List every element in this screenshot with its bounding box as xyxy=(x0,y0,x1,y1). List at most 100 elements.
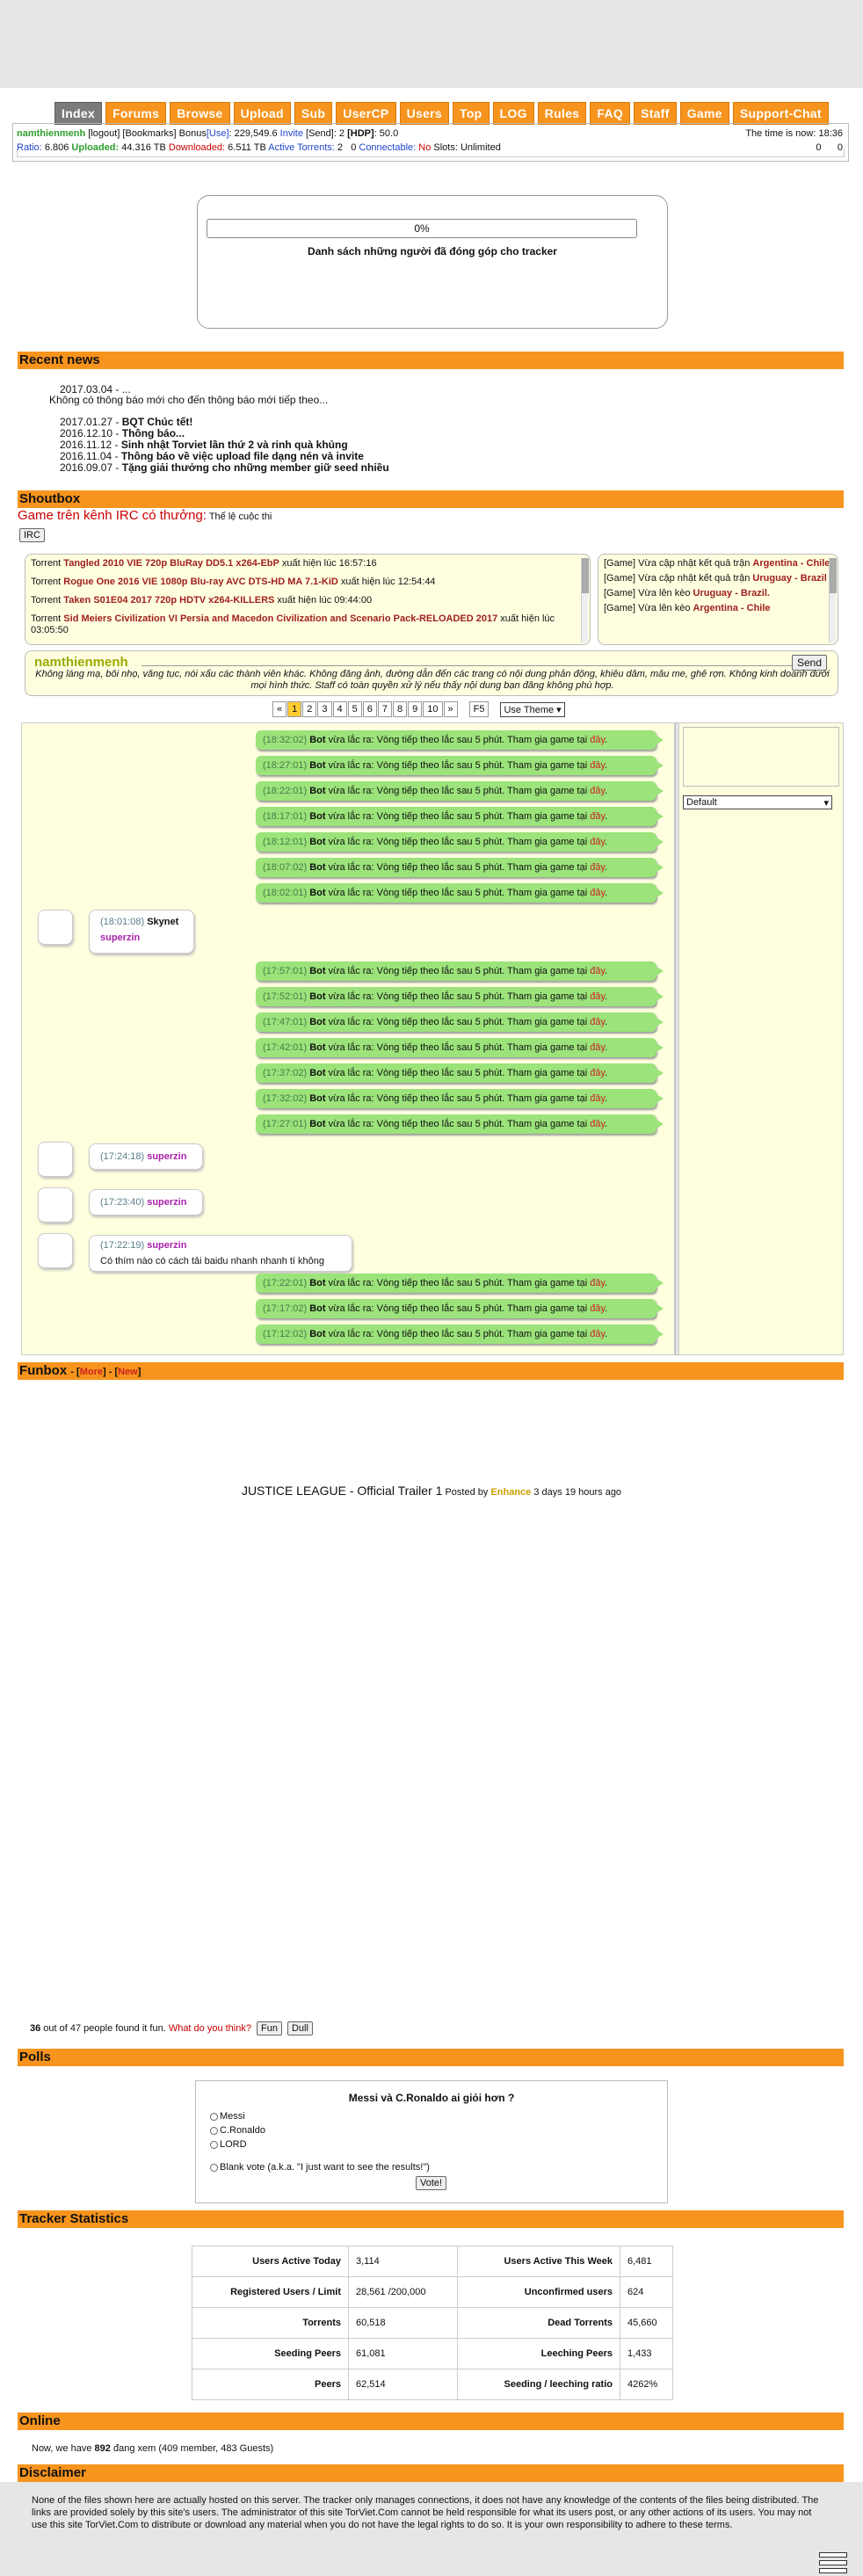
irc-rules-link[interactable]: Thể lệ cuộc thi xyxy=(207,512,272,522)
nav-upload[interactable]: Upload xyxy=(233,102,291,125)
match-link[interactable]: Uruguay - Brazil. xyxy=(693,588,770,599)
logout-bookmarks-links[interactable]: [logout] [Bookmarks] xyxy=(88,128,176,139)
pager-page[interactable]: 1 xyxy=(287,701,302,717)
game-link[interactable]: đây xyxy=(590,1017,605,1027)
game-link[interactable]: đây xyxy=(590,735,605,745)
game-link[interactable]: đây xyxy=(590,966,605,976)
torrent-notice: Torrent Sid Meiers Civilization VI Persi… xyxy=(31,613,555,635)
message-username[interactable]: superzin xyxy=(147,1151,186,1162)
pager-page[interactable]: 2 xyxy=(302,701,317,717)
pager-page[interactable]: 7 xyxy=(377,701,392,717)
game-link[interactable]: đây xyxy=(590,862,605,873)
nav-usercp[interactable]: UserCP xyxy=(336,102,396,125)
theme-select[interactable]: Use Theme ▾ xyxy=(500,701,565,717)
game-link[interactable]: đây xyxy=(590,1068,605,1078)
nav-game[interactable]: Game xyxy=(679,102,729,125)
funbox-author[interactable]: Enhance xyxy=(490,1487,531,1498)
game-link[interactable]: đây xyxy=(590,1278,605,1288)
poll-option[interactable]: Messi xyxy=(210,2111,245,2122)
poll-option[interactable]: C.Ronaldo xyxy=(210,2125,265,2136)
bot-message: (17:37:02) Bot vừa lắc ra: Vòng tiếp the… xyxy=(256,1063,664,1083)
nav-rules[interactable]: Rules xyxy=(537,102,587,125)
donors-caption[interactable]: Danh sách những người đã đóng góp cho tr… xyxy=(198,245,667,258)
pager-page[interactable]: 10 xyxy=(423,701,443,717)
match-link[interactable]: Argentina - Chile xyxy=(693,603,771,613)
game-link[interactable]: đây xyxy=(590,1119,605,1129)
pager-page[interactable]: 6 xyxy=(362,701,377,717)
bonus-link[interactable]: Bonus xyxy=(179,128,207,139)
nav-users[interactable]: Users xyxy=(399,102,449,125)
game-link[interactable]: đây xyxy=(590,786,605,796)
game-link[interactable]: đây xyxy=(590,1329,605,1339)
avatar[interactable] xyxy=(38,910,73,945)
avatar[interactable] xyxy=(38,1233,73,1268)
match-link[interactable]: Uruguay - Brazil xyxy=(752,573,826,584)
send-invite-link[interactable]: [Send]: 2 xyxy=(306,128,344,139)
game-link[interactable]: đây xyxy=(590,837,605,847)
bot-message: (17:22:01) Bot vừa lắc ra: Vòng tiếp the… xyxy=(256,1273,664,1293)
avatar[interactable] xyxy=(38,1142,73,1177)
match-link[interactable]: Argentina - Chile xyxy=(752,558,830,569)
poll-option[interactable]: LORD xyxy=(210,2139,247,2150)
pager-page[interactable]: 5 xyxy=(347,701,362,717)
dull-button[interactable]: Dull xyxy=(286,2021,313,2035)
game-link[interactable]: đây xyxy=(590,991,605,1002)
poll-option-blank[interactable]: Blank vote (a.k.a. "I just want to see t… xyxy=(210,2162,430,2173)
torrent-link[interactable]: Tangled 2010 VIE 720p BluRay DD5.1 x264-… xyxy=(63,558,279,569)
user-message: (18:01:08) Skynet superzin xyxy=(89,910,194,954)
menu-icon[interactable] xyxy=(819,2552,847,2576)
nav-staff[interactable]: Staff xyxy=(634,102,677,125)
message-username[interactable]: Skynet xyxy=(147,917,178,927)
torrent-link[interactable]: Taken S01E04 2017 720p HDTV x264-KILLERS xyxy=(63,595,274,606)
game-link[interactable]: đây xyxy=(590,1093,605,1104)
pager-prev[interactable]: « xyxy=(272,701,287,717)
nav-faq[interactable]: FAQ xyxy=(590,102,631,125)
pager-next[interactable]: » xyxy=(443,701,458,717)
shout-input[interactable] xyxy=(141,665,818,666)
nav-browse[interactable]: Browse xyxy=(170,102,230,125)
torrent-link[interactable]: Rogue One 2016 VIE 1080p Blu-ray AVC DTS… xyxy=(63,577,338,587)
current-time: The time is now: 18:36 xyxy=(745,128,843,139)
pager-page[interactable]: 9 xyxy=(408,701,423,717)
message-username[interactable]: superzin xyxy=(100,930,183,946)
news-item[interactable]: 2016.09.07 - Tặng giải thưởng cho những … xyxy=(60,462,389,474)
invite-link[interactable]: Invite xyxy=(280,128,303,139)
game-link[interactable]: đây xyxy=(590,760,605,771)
poll-question: Messi và C.Ronaldo ai giỏi hơn ? xyxy=(348,2092,515,2104)
pager-page[interactable]: 4 xyxy=(332,701,347,717)
funbox-video-title[interactable]: JUSTICE LEAGUE - Official Trailer 1 xyxy=(242,1484,442,1498)
nav-support-chat[interactable]: Support-Chat xyxy=(732,102,829,125)
message-username[interactable]: superzin xyxy=(147,1197,186,1208)
funbox-video-area[interactable] xyxy=(30,1505,833,2006)
message-username[interactable]: superzin xyxy=(147,1240,186,1251)
side-select[interactable]: Default ▾ xyxy=(683,795,832,809)
nav-top[interactable]: Top xyxy=(453,102,490,125)
funbox-new-link[interactable]: New xyxy=(118,1367,138,1377)
games-scrollbar[interactable] xyxy=(829,558,837,642)
refresh-button[interactable]: F5 xyxy=(468,701,490,717)
game-link[interactable]: đây xyxy=(590,1303,605,1314)
pager-page[interactable]: 8 xyxy=(393,701,408,717)
torrent-link[interactable]: Sid Meiers Civilization VI Persia and Ma… xyxy=(63,613,497,624)
nav-sub[interactable]: Sub xyxy=(294,102,333,125)
bonus-use-link[interactable]: [Use] xyxy=(207,128,229,139)
avatar[interactable] xyxy=(38,1187,73,1223)
game-link[interactable]: đây xyxy=(590,888,605,898)
nav-index[interactable]: Index xyxy=(54,102,103,125)
torrents-scrollbar[interactable] xyxy=(581,558,589,642)
nav-forums[interactable]: Forums xyxy=(105,102,167,125)
pager-page[interactable]: 3 xyxy=(317,701,332,717)
fun-button[interactable]: Fun xyxy=(256,2021,282,2035)
table-row: Torrents 60,518 Dead Torrents 45,660 xyxy=(192,2307,673,2339)
irc-button[interactable]: IRC xyxy=(19,528,45,542)
vote-button[interactable]: Vote! xyxy=(416,2176,447,2190)
disclaimer-text: None of the files shown here are actuall… xyxy=(32,2495,819,2530)
game-notice: [Game] Vừa lên kèo Argentina - Chile xyxy=(604,603,771,613)
shout-side-panel: Default ▾ xyxy=(678,722,844,1355)
game-link[interactable]: đây xyxy=(590,1042,605,1053)
radio-icon xyxy=(210,2112,218,2121)
game-link[interactable]: đây xyxy=(590,811,605,822)
nav-log[interactable]: LOG xyxy=(492,102,534,125)
funbox-more-link[interactable]: More xyxy=(80,1367,103,1377)
username-link[interactable]: namthienmenh xyxy=(17,128,85,139)
